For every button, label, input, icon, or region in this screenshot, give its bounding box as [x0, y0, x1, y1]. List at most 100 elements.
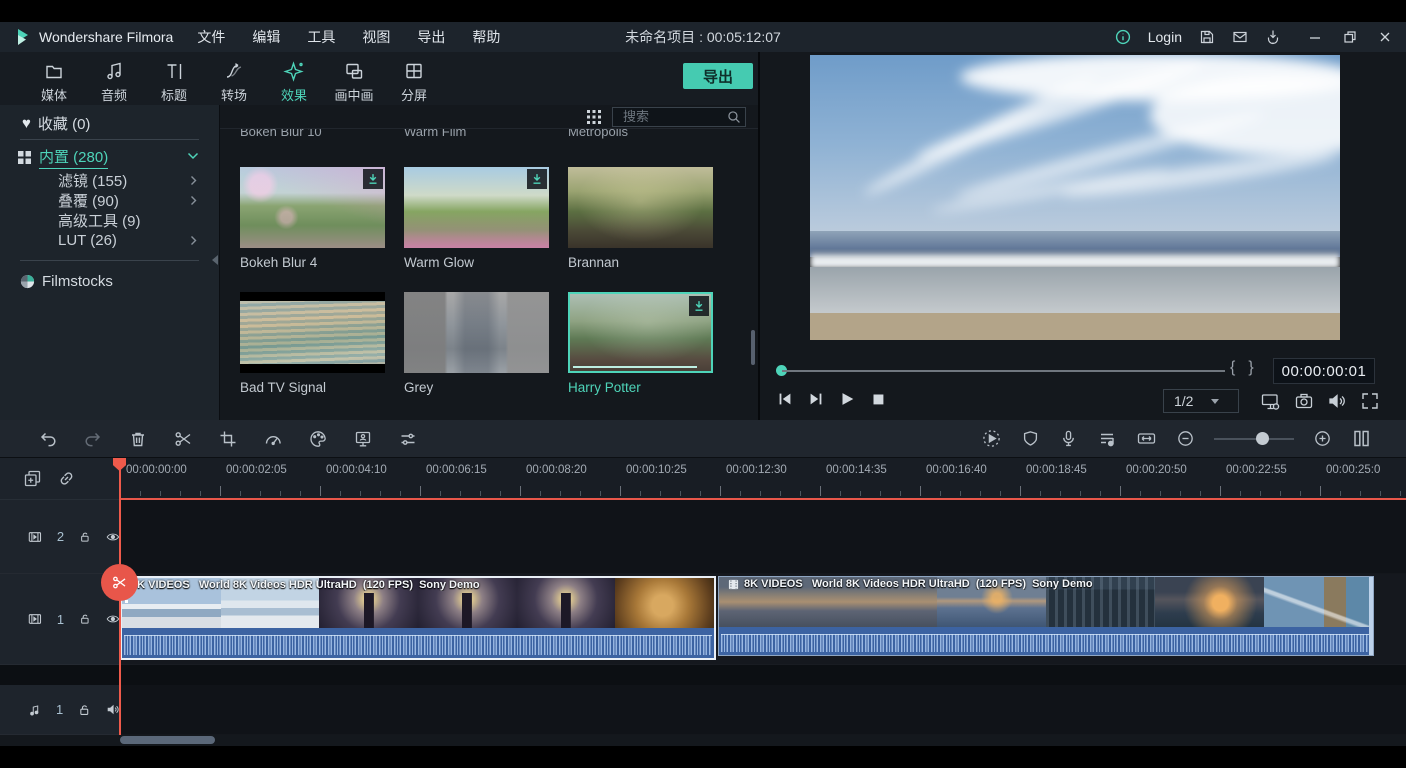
- tab-pip[interactable]: 画中画: [324, 60, 384, 104]
- effect-card-harry-potter[interactable]: Harry Potter: [568, 292, 713, 395]
- preview-scale-dropdown[interactable]: 1/2: [1163, 389, 1239, 413]
- display-settings-icon[interactable]: [1260, 391, 1281, 412]
- download-badge[interactable]: [689, 296, 709, 316]
- track-lane-video-2[interactable]: [120, 500, 1406, 574]
- search-input[interactable]: [621, 108, 727, 125]
- timeline-hscroll-thumb[interactable]: [120, 736, 215, 744]
- effects-scrollbar[interactable]: [751, 330, 755, 365]
- eye-icon[interactable]: [106, 529, 120, 545]
- zoom-in-button[interactable]: [1313, 429, 1332, 448]
- sidebar-item-filters[interactable]: 滤镜 (155): [0, 170, 219, 190]
- close-button[interactable]: [1378, 30, 1392, 44]
- effects-panel: Bokeh Blur 10 Warm Film Metropolis Bokeh…: [220, 105, 758, 420]
- tab-transitions[interactable]: 转场: [204, 60, 264, 104]
- stop-button[interactable]: [869, 390, 887, 408]
- lock-icon[interactable]: [78, 703, 91, 717]
- restore-button[interactable]: [1343, 30, 1357, 44]
- tab-splitscreen[interactable]: 分屏: [384, 60, 444, 104]
- effect-card-warm-glow[interactable]: Warm Glow: [404, 167, 549, 270]
- login-button[interactable]: Login: [1148, 29, 1182, 45]
- preview-scrubber: { } 00:00:00:01: [760, 357, 1406, 383]
- previous-frame-button[interactable]: [776, 390, 794, 408]
- undo-button[interactable]: [38, 429, 58, 449]
- volume-icon[interactable]: [1327, 391, 1347, 411]
- speed-button[interactable]: [263, 429, 283, 449]
- lock-icon[interactable]: [79, 530, 91, 544]
- next-frame-button[interactable]: [807, 390, 825, 408]
- track-lane-audio-1[interactable]: [120, 685, 1406, 735]
- menu-export[interactable]: 导出: [417, 27, 445, 47]
- scrubber-track[interactable]: [782, 370, 1225, 372]
- timeline-ruler[interactable]: 00:00:00:00 00:00:02:05 00:00:04:10 00:0…: [120, 458, 1406, 500]
- ruler-label: 00:00:20:50: [1126, 464, 1187, 476]
- grid-view-icon[interactable]: [586, 109, 602, 125]
- tab-label: 音频: [101, 85, 127, 104]
- minimize-button[interactable]: [1308, 30, 1322, 44]
- voiceover-mic-button[interactable]: [1059, 429, 1078, 448]
- menu-file[interactable]: 文件: [197, 27, 225, 47]
- fit-timeline-button[interactable]: [1136, 428, 1157, 449]
- sidebar-item-lut[interactable]: LUT (26): [0, 230, 219, 250]
- speaker-icon[interactable]: [106, 702, 120, 717]
- pip-icon: [343, 60, 365, 82]
- beach-video-frame: [810, 55, 1340, 340]
- crop-button[interactable]: [218, 429, 238, 449]
- info-icon[interactable]: [1115, 29, 1131, 45]
- play-button[interactable]: [838, 390, 856, 408]
- sidebar-item-advanced-tools[interactable]: 高级工具 (9): [0, 210, 219, 230]
- track-lane-video-1[interactable]: 8K VIDEOS World 8K Videos HDR UltraHD (1…: [120, 574, 1406, 665]
- menu-view[interactable]: 视图: [362, 27, 390, 47]
- redo-button[interactable]: [83, 429, 103, 449]
- split-view-button[interactable]: [1351, 428, 1372, 449]
- eye-icon[interactable]: [106, 611, 120, 627]
- tab-media[interactable]: 媒体: [24, 60, 84, 104]
- timeline-main: 00:00:00:00 00:00:02:05 00:00:04:10 00:0…: [0, 458, 1406, 746]
- tab-audio[interactable]: 音频: [84, 60, 144, 104]
- cut-at-playhead-button[interactable]: [101, 564, 138, 601]
- export-button[interactable]: 导出: [683, 63, 753, 89]
- split-scissors-button[interactable]: [173, 429, 193, 449]
- track-number: 2: [57, 529, 64, 544]
- video-clip-2[interactable]: 8K VIDEOS World 8K Videos HDR UltraHD (1…: [718, 576, 1374, 656]
- effect-card-grey[interactable]: Grey: [404, 292, 549, 395]
- feedback-mail-icon[interactable]: [1232, 29, 1248, 45]
- mark-in-button[interactable]: {: [1230, 359, 1235, 377]
- menu-tools[interactable]: 工具: [307, 27, 335, 47]
- timeline-zoom-slider[interactable]: [1214, 438, 1294, 440]
- menu-help[interactable]: 帮助: [472, 27, 500, 47]
- render-preview-button[interactable]: [981, 428, 1002, 449]
- ruler-label: 00:00:18:45: [1026, 464, 1087, 476]
- add-track-button[interactable]: [22, 468, 43, 489]
- sidebar-item-filmstocks[interactable]: Filmstocks: [0, 269, 219, 293]
- color-button[interactable]: [308, 429, 328, 449]
- marker-button[interactable]: [1021, 429, 1040, 448]
- save-icon[interactable]: [1199, 29, 1215, 45]
- search-icon[interactable]: [727, 110, 741, 124]
- effect-card-bad-tv-signal[interactable]: Bad TV Signal: [240, 292, 385, 395]
- lock-icon[interactable]: [79, 612, 91, 626]
- video-clip-1[interactable]: 8K VIDEOS World 8K Videos HDR UltraHD (1…: [120, 576, 716, 660]
- sidebar-item-favorites[interactable]: ♥ 收藏 (0): [0, 111, 219, 135]
- download-badge[interactable]: [527, 169, 547, 189]
- delete-button[interactable]: [128, 429, 148, 449]
- link-clips-button[interactable]: [56, 468, 77, 489]
- fullscreen-icon[interactable]: [1360, 391, 1380, 411]
- audio-mixer-button[interactable]: [1097, 429, 1117, 449]
- effect-card-brannan[interactable]: Brannan: [568, 167, 713, 270]
- sidebar-item-overlays[interactable]: 叠覆 (90): [0, 190, 219, 210]
- zoom-slider-knob[interactable]: [1256, 432, 1269, 445]
- effect-card-bokeh-blur-4[interactable]: Bokeh Blur 4: [240, 167, 385, 270]
- download-badge[interactable]: [363, 169, 383, 189]
- zoom-out-button[interactable]: [1176, 429, 1195, 448]
- ruler-label: 00:00:22:55: [1226, 464, 1287, 476]
- download-resources-icon[interactable]: [1265, 29, 1281, 45]
- menu-edit[interactable]: 编辑: [252, 27, 280, 47]
- motion-tracking-button[interactable]: [353, 429, 373, 449]
- ruler-label: 00:00:00:00: [126, 464, 187, 476]
- snapshot-camera-icon[interactable]: [1294, 391, 1314, 411]
- sidebar-item-builtin[interactable]: 内置 (280): [0, 144, 219, 170]
- tab-titles[interactable]: 标题: [144, 60, 204, 104]
- mark-out-button[interactable]: }: [1248, 359, 1253, 377]
- sidebar-collapse-handle[interactable]: [212, 255, 218, 265]
- adjust-button[interactable]: [398, 429, 418, 449]
